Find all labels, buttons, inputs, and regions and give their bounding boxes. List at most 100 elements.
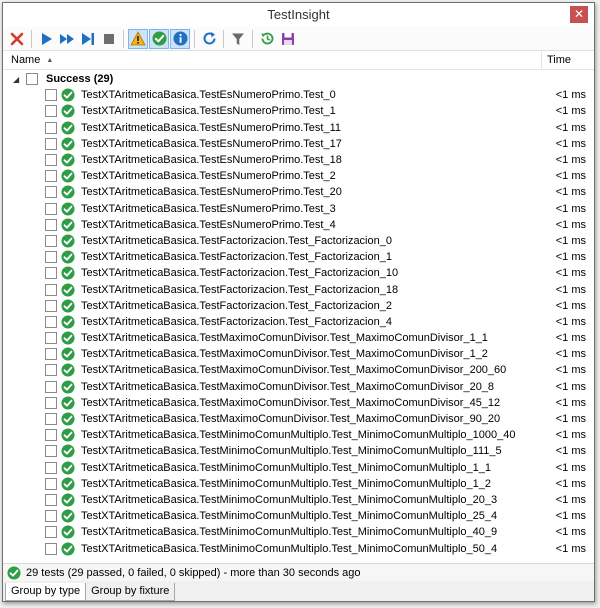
test-checkbox[interactable]: [45, 218, 57, 231]
run-all-button[interactable]: [57, 29, 77, 49]
test-checkbox[interactable]: [45, 364, 57, 377]
test-checkbox[interactable]: [45, 526, 57, 539]
test-checkbox[interactable]: [45, 105, 57, 118]
filter-button[interactable]: [228, 29, 248, 49]
test-row[interactable]: TestXTAritmeticaBasica.TestEsNumeroPrimo…: [3, 103, 594, 119]
test-checkbox[interactable]: [45, 413, 57, 426]
clear-icon: [10, 32, 24, 45]
passed-status-icon: [61, 282, 75, 297]
test-checkbox[interactable]: [45, 396, 57, 409]
test-checkbox[interactable]: [45, 348, 57, 361]
test-checkbox[interactable]: [45, 315, 57, 328]
test-row[interactable]: TestXTAritmeticaBasica.TestMaximoComunDi…: [3, 379, 594, 395]
test-checkbox[interactable]: [45, 121, 57, 134]
test-time: <1 ms: [555, 299, 586, 312]
test-row[interactable]: TestXTAritmeticaBasica.TestMinimoComunMu…: [3, 427, 594, 443]
test-checkbox[interactable]: [45, 445, 57, 458]
passed-icon: [152, 31, 166, 46]
run-to-end-button[interactable]: [78, 29, 98, 49]
test-checkbox[interactable]: [45, 542, 57, 555]
test-time: <1 ms: [555, 137, 586, 150]
stop-button[interactable]: [99, 29, 119, 49]
test-row[interactable]: TestXTAritmeticaBasica.TestEsNumeroPrimo…: [3, 184, 594, 200]
test-row[interactable]: TestXTAritmeticaBasica.TestMinimoComunMu…: [3, 524, 594, 540]
test-time: <1 ms: [555, 251, 586, 264]
test-name: TestXTAritmeticaBasica.TestFactorizacion…: [81, 283, 399, 296]
test-checkbox[interactable]: [45, 234, 57, 247]
run-button[interactable]: [36, 29, 56, 49]
test-row[interactable]: TestXTAritmeticaBasica.TestMinimoComunMu…: [3, 492, 594, 508]
group-label: Success (29): [46, 73, 114, 86]
test-checkbox[interactable]: [45, 283, 57, 296]
history-button[interactable]: [257, 29, 277, 49]
test-row[interactable]: TestXTAritmeticaBasica.TestFactorizacion…: [3, 314, 594, 330]
test-checkbox[interactable]: [45, 202, 57, 215]
test-row[interactable]: TestXTAritmeticaBasica.TestFactorizacion…: [3, 265, 594, 281]
group-row-success[interactable]: ◢ Success (29): [3, 71, 594, 87]
test-row[interactable]: TestXTAritmeticaBasica.TestEsNumeroPrimo…: [3, 168, 594, 184]
clear-button[interactable]: [7, 29, 27, 49]
passed-status-icon: [61, 153, 75, 167]
passed-status-icon: [61, 363, 75, 378]
test-row[interactable]: TestXTAritmeticaBasica.TestMaximoComunDi…: [3, 362, 594, 378]
passed-status-icon: [61, 234, 75, 248]
collapse-arrow-icon[interactable]: ◢: [13, 75, 26, 84]
test-checkbox[interactable]: [45, 170, 57, 183]
refresh-button[interactable]: [199, 29, 219, 49]
test-time: <1 ms: [555, 121, 586, 134]
test-checkbox[interactable]: [45, 267, 57, 280]
test-checkbox[interactable]: [45, 332, 57, 345]
test-checkbox[interactable]: [45, 510, 57, 523]
tab-group-by-fixture[interactable]: Group by fixture: [85, 583, 176, 601]
test-row[interactable]: TestXTAritmeticaBasica.TestEsNumeroPrimo…: [3, 217, 594, 233]
time-column-label: Time: [547, 54, 572, 66]
test-checkbox[interactable]: [45, 137, 57, 150]
test-checkbox[interactable]: [45, 299, 57, 312]
test-checkbox[interactable]: [45, 186, 57, 199]
test-row[interactable]: TestXTAritmeticaBasica.TestMaximoComunDi…: [3, 346, 594, 362]
test-checkbox[interactable]: [45, 493, 57, 506]
test-row[interactable]: TestXTAritmeticaBasica.TestFactorizacion…: [3, 298, 594, 314]
test-checkbox[interactable]: [45, 477, 57, 490]
test-row[interactable]: TestXTAritmeticaBasica.TestMinimoComunMu…: [3, 540, 594, 556]
test-row[interactable]: TestXTAritmeticaBasica.TestMaximoComunDi…: [3, 395, 594, 411]
test-time: <1 ms: [555, 348, 586, 361]
passed-status-icon: [61, 461, 75, 475]
test-row[interactable]: TestXTAritmeticaBasica.TestMinimoComunMu…: [3, 476, 594, 492]
show-warnings-toggle[interactable]: [128, 28, 148, 49]
time-column-header[interactable]: Time: [542, 51, 594, 69]
test-row[interactable]: TestXTAritmeticaBasica.TestFactorizacion…: [3, 233, 594, 249]
test-row[interactable]: TestXTAritmeticaBasica.TestEsNumeroPrimo…: [3, 201, 594, 217]
test-row[interactable]: TestXTAritmeticaBasica.TestMinimoComunMu…: [3, 508, 594, 524]
tab-group-by-type[interactable]: Group by type: [5, 583, 87, 601]
test-row[interactable]: TestXTAritmeticaBasica.TestMinimoComunMu…: [3, 443, 594, 459]
test-row[interactable]: TestXTAritmeticaBasica.TestMaximoComunDi…: [3, 330, 594, 346]
passed-status-icon: [61, 347, 75, 361]
passed-status-icon: [61, 477, 75, 491]
name-column-header[interactable]: Name ▲: [3, 51, 542, 69]
test-row[interactable]: TestXTAritmeticaBasica.TestFactorizacion…: [3, 249, 594, 265]
show-passed-toggle[interactable]: [149, 28, 169, 49]
test-row[interactable]: TestXTAritmeticaBasica.TestMaximoComunDi…: [3, 411, 594, 427]
test-checkbox[interactable]: [45, 380, 57, 393]
test-checkbox[interactable]: [45, 461, 57, 474]
show-info-toggle[interactable]: [170, 28, 190, 49]
test-row[interactable]: TestXTAritmeticaBasica.TestEsNumeroPrimo…: [3, 87, 594, 103]
test-checkbox[interactable]: [45, 429, 57, 442]
test-time: <1 ms: [555, 170, 586, 183]
test-row[interactable]: TestXTAritmeticaBasica.TestEsNumeroPrimo…: [3, 120, 594, 136]
test-checkbox[interactable]: [45, 251, 57, 264]
test-checkbox[interactable]: [45, 154, 57, 167]
save-button[interactable]: [278, 29, 298, 49]
toolbar-separator: [31, 29, 32, 48]
close-button[interactable]: ✕: [570, 6, 588, 23]
status-text: 29 tests (29 passed, 0 failed, 0 skipped…: [26, 566, 361, 579]
test-row[interactable]: TestXTAritmeticaBasica.TestMinimoComunMu…: [3, 460, 594, 476]
test-row[interactable]: TestXTAritmeticaBasica.TestFactorizacion…: [3, 281, 594, 297]
test-time: <1 ms: [555, 413, 586, 426]
group-checkbox[interactable]: [26, 73, 38, 86]
test-row[interactable]: TestXTAritmeticaBasica.TestEsNumeroPrimo…: [3, 136, 594, 152]
test-checkbox[interactable]: [45, 89, 57, 102]
test-row[interactable]: TestXTAritmeticaBasica.TestEsNumeroPrimo…: [3, 152, 594, 168]
test-name: TestXTAritmeticaBasica.TestEsNumeroPrimo…: [81, 105, 336, 118]
